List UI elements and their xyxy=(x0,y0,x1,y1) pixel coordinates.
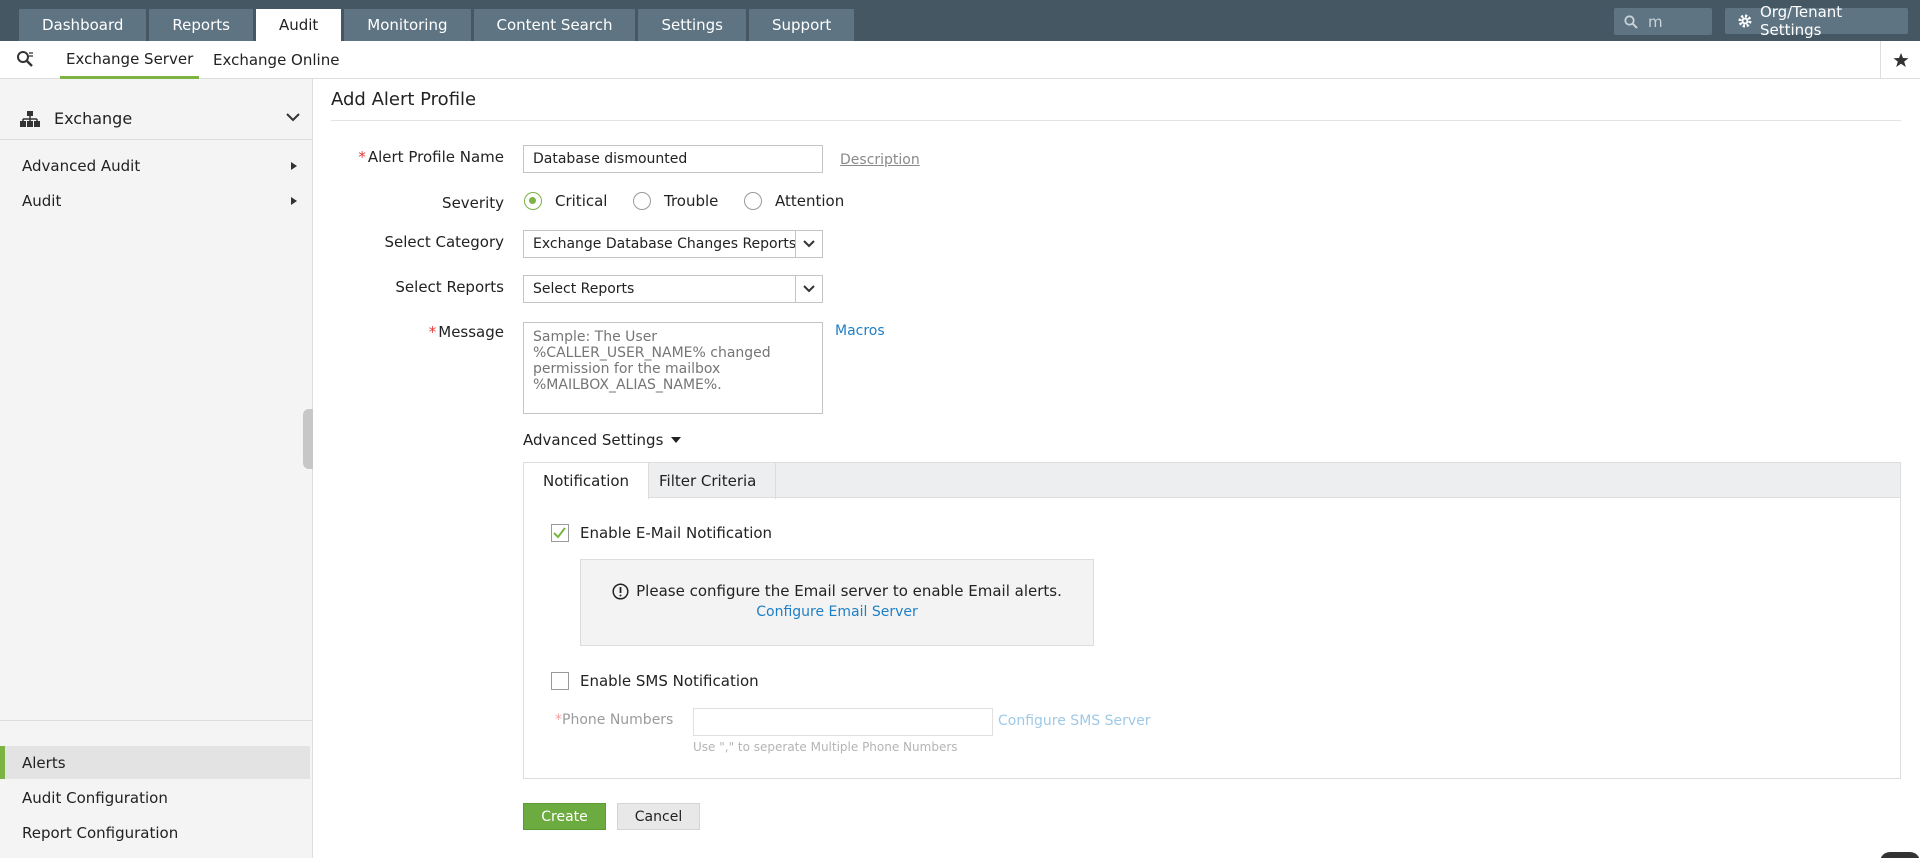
email-notification-checkbox[interactable] xyxy=(551,524,569,542)
chevron-down-icon[interactable] xyxy=(795,231,822,257)
radio-unselected[interactable] xyxy=(633,192,651,210)
top-navigation-bar: Dashboard Reports Audit Monitoring Conte… xyxy=(0,0,1920,41)
sidebar-item-audit-configuration[interactable]: Audit Configuration xyxy=(0,781,310,814)
sidebar-item-label: Audit xyxy=(22,192,62,210)
alert-profile-name-input[interactable]: Database dismounted xyxy=(523,145,823,173)
tab-filter-criteria[interactable]: Filter Criteria xyxy=(640,463,777,499)
subtab-exchange-server[interactable]: Exchange Server xyxy=(60,41,200,79)
chevron-down-icon[interactable] xyxy=(286,112,300,122)
sidebar-item-audit[interactable]: Audit xyxy=(22,192,297,210)
tab-settings[interactable]: Settings xyxy=(638,9,746,41)
org-tenant-settings-button[interactable]: Org/Tenant Settings xyxy=(1725,3,1908,39)
sub-search-icon[interactable] xyxy=(16,50,34,72)
select-reports-value: Select Reports xyxy=(533,281,635,297)
message-label-text: Message xyxy=(438,323,504,341)
advanced-settings-label: Advanced Settings xyxy=(523,431,664,449)
select-reports-dropdown[interactable]: Select Reports xyxy=(523,275,823,303)
phone-numbers-hint: Use "," to seperate Multiple Phone Numbe… xyxy=(693,740,958,754)
select-reports-label: Select Reports xyxy=(395,278,504,296)
panel-tab-bar: Notification Filter Criteria xyxy=(524,463,1900,499)
radio-unselected[interactable] xyxy=(744,192,762,210)
sms-notification-label: Enable SMS Notification xyxy=(580,672,759,690)
subtab-exchange-online[interactable]: Exchange Online xyxy=(213,41,339,79)
sidebar: Exchange Advanced Audit Audit Alerts Aud… xyxy=(0,79,313,858)
severity-option-label: Attention xyxy=(775,192,845,210)
caret-right-icon xyxy=(291,197,297,205)
org-tenant-settings-label: Org/Tenant Settings xyxy=(1759,3,1843,39)
tab-audit[interactable]: Audit xyxy=(255,9,342,41)
macros-link[interactable]: Macros xyxy=(835,323,885,339)
global-search-value: m xyxy=(1648,12,1663,31)
tab-content-search[interactable]: Content Search xyxy=(473,9,636,41)
alert-profile-name-label-text: Alert Profile Name xyxy=(367,148,504,166)
sidebar-bottom-divider xyxy=(0,720,313,721)
phone-numbers-label: *Phone Numbers xyxy=(555,712,673,728)
sidebar-header-label: Exchange xyxy=(54,109,133,128)
hierarchy-icon xyxy=(20,110,40,127)
select-category-value: Exchange Database Changes Reports xyxy=(533,236,797,252)
caret-down-icon xyxy=(671,437,682,443)
global-search-input[interactable]: m xyxy=(1614,8,1712,35)
sidebar-divider xyxy=(0,139,313,140)
email-info-text: Please configure the Email server to ena… xyxy=(636,582,1062,600)
required-asterisk: * xyxy=(555,712,562,728)
title-divider xyxy=(331,120,1901,121)
tab-notification[interactable]: Notification xyxy=(524,463,650,499)
email-notification-label: Enable E-Mail Notification xyxy=(580,524,773,542)
tab-support[interactable]: Support xyxy=(749,9,855,41)
phone-numbers-input[interactable] xyxy=(693,708,993,736)
tab-monitoring[interactable]: Monitoring xyxy=(344,9,471,41)
favorite-star-icon[interactable] xyxy=(1880,41,1920,79)
select-category-dropdown[interactable]: Exchange Database Changes Reports xyxy=(523,230,823,258)
cancel-button[interactable]: Cancel xyxy=(617,803,700,830)
gear-icon xyxy=(1738,14,1752,28)
sub-navigation-bar: Exchange Server Exchange Online xyxy=(0,41,1920,79)
severity-option-label: Critical xyxy=(555,192,608,210)
caret-right-icon xyxy=(291,162,297,170)
chevron-down-icon[interactable] xyxy=(795,276,822,302)
severity-critical-radio[interactable]: Critical xyxy=(524,192,607,210)
configure-sms-server-link[interactable]: Configure SMS Server xyxy=(998,713,1151,729)
sidebar-header-exchange[interactable]: Exchange xyxy=(20,109,300,128)
radio-selected[interactable] xyxy=(524,192,542,210)
tab-dashboard[interactable]: Dashboard xyxy=(19,9,147,41)
required-asterisk: * xyxy=(358,148,366,166)
sms-notification-checkbox[interactable] xyxy=(551,672,569,690)
alert-profile-name-label: * Alert Profile Name xyxy=(358,148,504,166)
description-link[interactable]: Description xyxy=(840,152,920,168)
sidebar-collapse-handle[interactable] xyxy=(303,409,313,469)
severity-trouble-radio[interactable]: Trouble xyxy=(633,192,718,210)
severity-option-label: Trouble xyxy=(664,192,719,210)
message-label: * Message xyxy=(429,323,504,341)
sidebar-item-alerts[interactable]: Alerts xyxy=(0,746,310,779)
phone-numbers-label-text: Phone Numbers xyxy=(562,712,674,728)
chat-widget-icon[interactable] xyxy=(1880,852,1920,858)
tab-reports[interactable]: Reports xyxy=(149,9,253,41)
sidebar-item-label: Advanced Audit xyxy=(22,157,141,175)
email-info-message: Please configure the Email server to ena… xyxy=(581,582,1093,600)
select-category-label: Select Category xyxy=(384,233,504,251)
severity-attention-radio[interactable]: Attention xyxy=(744,192,844,210)
search-icon xyxy=(1624,14,1638,29)
create-button[interactable]: Create xyxy=(523,803,606,830)
required-asterisk: * xyxy=(428,323,437,341)
exclamation-circle-icon xyxy=(612,582,629,600)
main-tabs: Dashboard Reports Audit Monitoring Conte… xyxy=(19,9,855,41)
severity-label: Severity xyxy=(442,194,504,212)
sidebar-item-report-configuration[interactable]: Report Configuration xyxy=(0,816,310,849)
page-title: Add Alert Profile xyxy=(331,89,477,110)
sidebar-item-advanced-audit[interactable]: Advanced Audit xyxy=(22,157,297,175)
advanced-settings-toggle[interactable]: Advanced Settings xyxy=(523,431,682,449)
advanced-settings-panel: Notification Filter Criteria Enable E-Ma… xyxy=(523,462,1901,779)
checkmark-icon xyxy=(553,527,566,539)
message-textarea[interactable] xyxy=(523,322,823,414)
email-info-box: Please configure the Email server to ena… xyxy=(580,559,1094,646)
configure-email-server-link[interactable]: Configure Email Server xyxy=(581,604,1093,620)
